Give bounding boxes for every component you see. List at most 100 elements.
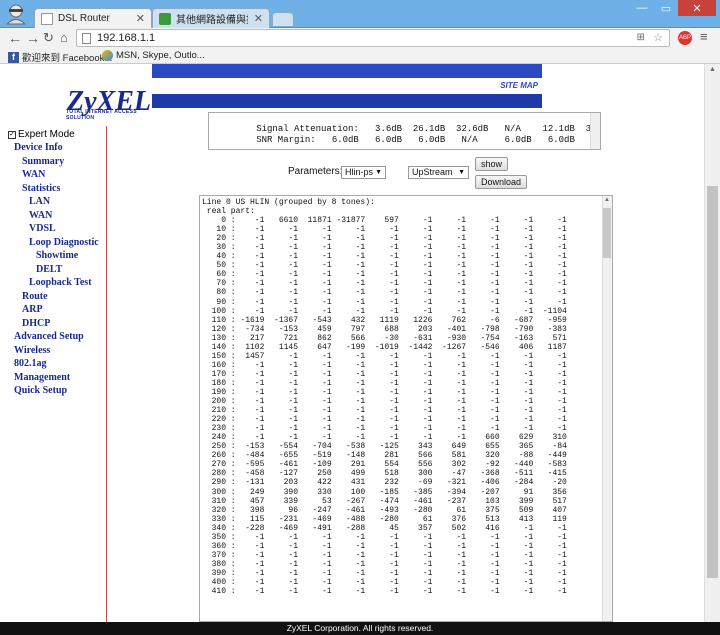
sidebar-item-loopback-test[interactable]: Loopback Test [29, 277, 92, 288]
sidebar-item-summary[interactable]: Summary [22, 156, 64, 167]
hlin-output-text: Line 0 US HLIN (grouped by 8 tones): rea… [202, 198, 567, 596]
reload-icon[interactable]: ↻ [43, 30, 54, 46]
sidebar-item-dhcp[interactable]: DHCP [22, 318, 50, 329]
adblock-icon[interactable]: ABP [678, 31, 692, 45]
direction-select-value: UpStream [412, 167, 453, 177]
hlin-row: 200 : -1 -1 -1 -1 -1 -1 -1 -1 -1 -1 [211, 397, 567, 407]
address-bar[interactable]: 192.168.1.1 ☆ ⊞ [76, 29, 670, 47]
expert-mode-toggle[interactable]: ✓ Expert Mode [8, 129, 75, 140]
sidebar-item-8021ag[interactable]: 802.1ag [14, 358, 47, 369]
sidebar-item-route[interactable]: Route [22, 291, 48, 302]
hlin-row: 190 : -1 -1 -1 -1 -1 -1 -1 -1 -1 -1 [211, 387, 567, 397]
forward-icon[interactable]: → [26, 30, 40, 46]
download-button[interactable]: Download [475, 175, 528, 189]
minimize-icon[interactable]: — [630, 0, 654, 16]
hlin-row: 120 : -734 -153 459 797 688 203 -401 -79… [211, 324, 567, 334]
tab-vdsl-forum[interactable]: 其他網路設備與技術 - VD ✕ [152, 8, 270, 28]
site-map-row: SITE MAP [152, 78, 542, 94]
sidebar-item-management[interactable]: Management [14, 372, 70, 383]
tab-title: 其他網路設備與技術 - VD [176, 15, 248, 26]
hlin-row: 220 : -1 -1 -1 -1 -1 -1 -1 -1 -1 -1 [211, 415, 567, 425]
star-icon[interactable]: ☆ [653, 30, 663, 46]
hlin-row: 230 : -1 -1 -1 -1 -1 -1 -1 -1 -1 -1 [211, 424, 567, 434]
profile-icon[interactable] [4, 3, 28, 25]
tab-bar: DSL Router ✕ 其他網路設備與技術 - VD ✕ — ▭ ✕ [0, 0, 720, 28]
close-window-icon[interactable]: ✕ [678, 0, 716, 16]
hlin-row: 140 : 1102 1145 647 -199 -1019 -1442 -12… [211, 342, 567, 352]
forum-icon [159, 12, 171, 25]
expert-mode-label: Expert Mode [18, 129, 75, 140]
hlin-row: 130 : 217 721 862 566 -30 -631 -930 -754… [211, 333, 567, 343]
bookmark-msn[interactable]: MSN, Skype, Outlo... [102, 50, 205, 61]
parameter-select[interactable]: Hlin-ps ▼ [341, 166, 386, 179]
direction-select[interactable]: UpStream ▼ [408, 166, 469, 179]
scrollbar-thumb[interactable] [603, 208, 611, 258]
hlin-row: 310 : 457 339 53 -267 -474 -461 -237 103… [211, 496, 567, 506]
site-map-link[interactable]: SITE MAP [500, 81, 538, 90]
sidebar-item-vdsl[interactable]: VDSL [29, 223, 56, 234]
signal-stats-text: Signal Attenuation: 3.6dB 26.1dB 32.6dB … [256, 124, 600, 145]
hlin-row: 90 : -1 -1 -1 -1 -1 -1 -1 -1 -1 -1 [216, 297, 567, 307]
hlin-row: 150 : 1457 -1 -1 -1 -1 -1 -1 -1 -1 -1 [211, 351, 567, 361]
hlin-output-box[interactable]: Line 0 US HLIN (grouped by 8 tones): rea… [199, 195, 613, 622]
page-icon [41, 12, 53, 25]
sidebar-item-stats-wan[interactable]: WAN [29, 210, 52, 221]
page-info-icon [82, 33, 91, 44]
hlin-row: 0 : -1 6610 11871 -31877 597 -1 -1 -1 -1… [221, 216, 567, 226]
tab-dsl-router[interactable]: DSL Router ✕ [34, 8, 152, 28]
sidebar-item-delt[interactable]: DELT [36, 264, 62, 275]
chevron-down-icon: ▼ [458, 169, 465, 176]
scrollbar-thumb[interactable] [707, 186, 718, 578]
maximize-icon[interactable]: ▭ [654, 0, 678, 16]
parameter-select-value: Hlin-ps [345, 167, 374, 177]
hlin-row: 270 : -595 -461 -109 291 554 556 302 -92… [211, 460, 567, 470]
chevron-down-icon: ▼ [375, 169, 382, 176]
scroll-up-icon[interactable]: ▲ [604, 197, 610, 203]
msn-icon [102, 50, 113, 61]
checkbox-icon[interactable]: ✓ [8, 130, 16, 139]
sidebar-item-lan[interactable]: LAN [29, 196, 50, 207]
sidebar-item-wan[interactable]: WAN [22, 169, 45, 180]
header-bar [152, 64, 542, 78]
bookmarks-bar: f 歡迎來到 Facebook... MSN, Skype, Outlo... [0, 48, 720, 64]
sidebar-item-arp[interactable]: ARP [22, 304, 43, 315]
close-tab-icon[interactable]: ✕ [254, 12, 263, 25]
sidebar-item-statistics[interactable]: Statistics [22, 183, 60, 194]
hlin-row: 70 : -1 -1 -1 -1 -1 -1 -1 -1 -1 -1 [216, 279, 567, 289]
hlin-row: 80 : -1 -1 -1 -1 -1 -1 -1 -1 -1 -1 [216, 288, 567, 298]
hlin-row: 280 : -458 -127 250 499 518 300 -47 -368… [211, 469, 567, 479]
page-scrollbar[interactable]: ▲ [704, 64, 720, 622]
hlin-row: 380 : -1 -1 -1 -1 -1 -1 -1 -1 -1 -1 [211, 559, 567, 569]
sidebar-item-device-info[interactable]: Device Info [14, 142, 63, 153]
sidebar-item-wireless[interactable]: Wireless [14, 345, 50, 356]
scrollbar[interactable] [590, 113, 600, 149]
hlin-row: 300 : 249 390 330 100 -185 -385 -394 -20… [211, 487, 567, 497]
hlin-row: 320 : 398 96 -247 -461 -493 -280 61 375 … [211, 505, 567, 515]
sidebar-item-quick-setup[interactable]: Quick Setup [14, 385, 67, 396]
main-content: Signal Attenuation: 3.6dB 26.1dB 32.6dB … [108, 108, 720, 622]
bookmark-facebook[interactable]: f 歡迎來到 Facebook... [8, 50, 112, 64]
sidebar-item-loop-diagnostic[interactable]: Loop Diagnostic [29, 237, 99, 248]
menu-icon[interactable]: ≡ [700, 29, 708, 44]
hlin-row: 20 : -1 -1 -1 -1 -1 -1 -1 -1 -1 -1 [216, 234, 567, 244]
hlin-row: 400 : -1 -1 -1 -1 -1 -1 -1 -1 -1 -1 [211, 577, 567, 587]
tab-title: DSL Router [58, 13, 110, 24]
hlin-row: 290 : -131 203 422 431 232 -69 -321 -406… [211, 478, 567, 488]
signal-stats-box[interactable]: Signal Attenuation: 3.6dB 26.1dB 32.6dB … [208, 112, 601, 150]
new-tab-button[interactable] [272, 12, 294, 26]
sidebar-item-advanced-setup[interactable]: Advanced Setup [14, 331, 84, 342]
sidebar: ✓ Expert Mode Device Info Summary WAN St… [0, 126, 107, 622]
translate-icon[interactable]: ⊞ [637, 30, 645, 46]
close-tab-icon[interactable]: ✕ [136, 12, 145, 25]
scroll-up-icon[interactable]: ▲ [709, 66, 716, 73]
back-icon[interactable]: ← [8, 30, 22, 46]
sidebar-item-showtime[interactable]: Showtime [36, 250, 78, 261]
bookmark-label: MSN, Skype, Outlo... [116, 50, 205, 61]
home-icon[interactable]: ⌂ [60, 30, 68, 46]
page-footer: ZyXEL Corporation. All rights reserved. [0, 622, 720, 635]
hlin-scrollbar[interactable]: ▲ [602, 196, 612, 621]
hlin-row: 210 : -1 -1 -1 -1 -1 -1 -1 -1 -1 -1 [211, 406, 567, 416]
hlin-row: 350 : -1 -1 -1 -1 -1 -1 -1 -1 -1 -1 [211, 532, 567, 542]
hlin-row: 10 : -1 -1 -1 -1 -1 -1 -1 -1 -1 -1 [216, 225, 567, 235]
show-button[interactable]: show [475, 157, 509, 171]
